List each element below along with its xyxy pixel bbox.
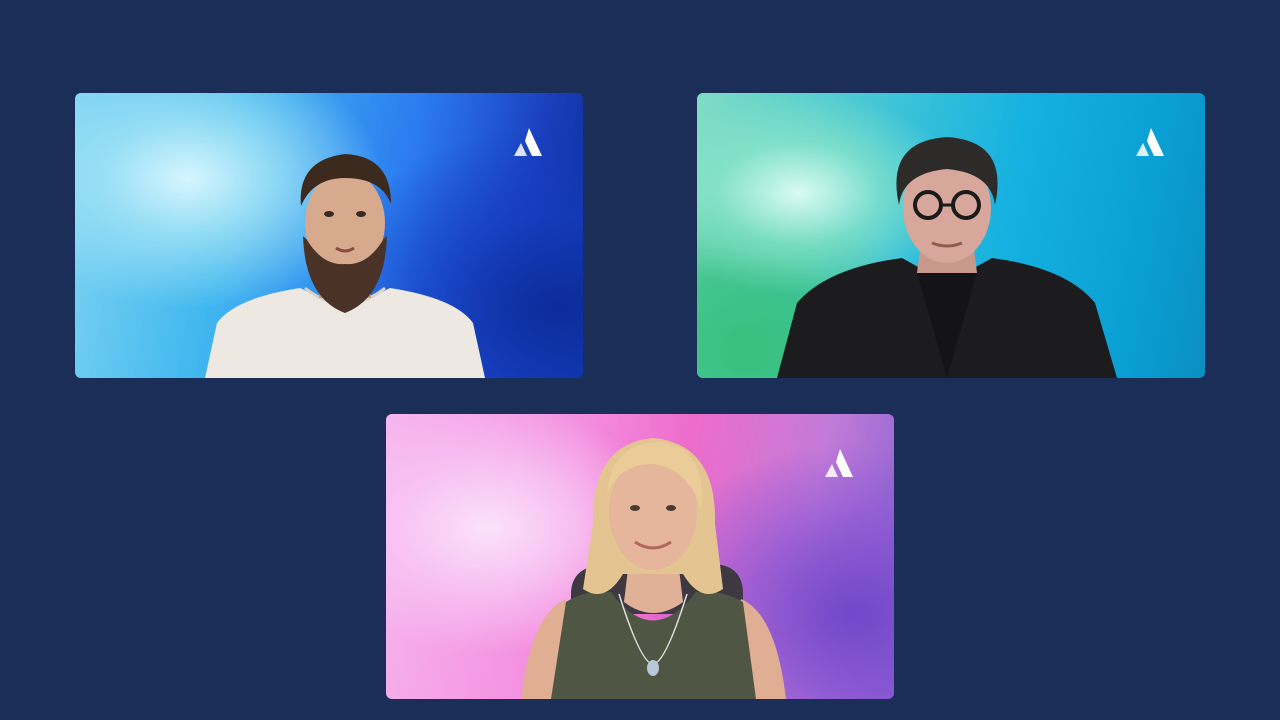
participant-video-feed bbox=[777, 137, 1117, 378]
participant-video-feed bbox=[205, 154, 485, 378]
atlassian-logo-icon bbox=[1136, 128, 1164, 156]
participant-video-tile[interactable] bbox=[75, 93, 583, 378]
participant-video-tile[interactable] bbox=[697, 93, 1205, 378]
atlassian-logo-icon bbox=[825, 449, 853, 477]
participant-video-feed bbox=[521, 438, 786, 699]
atlassian-logo-icon bbox=[514, 128, 542, 156]
participant-video-tile[interactable] bbox=[386, 414, 894, 699]
video-call-stage bbox=[0, 0, 1280, 720]
